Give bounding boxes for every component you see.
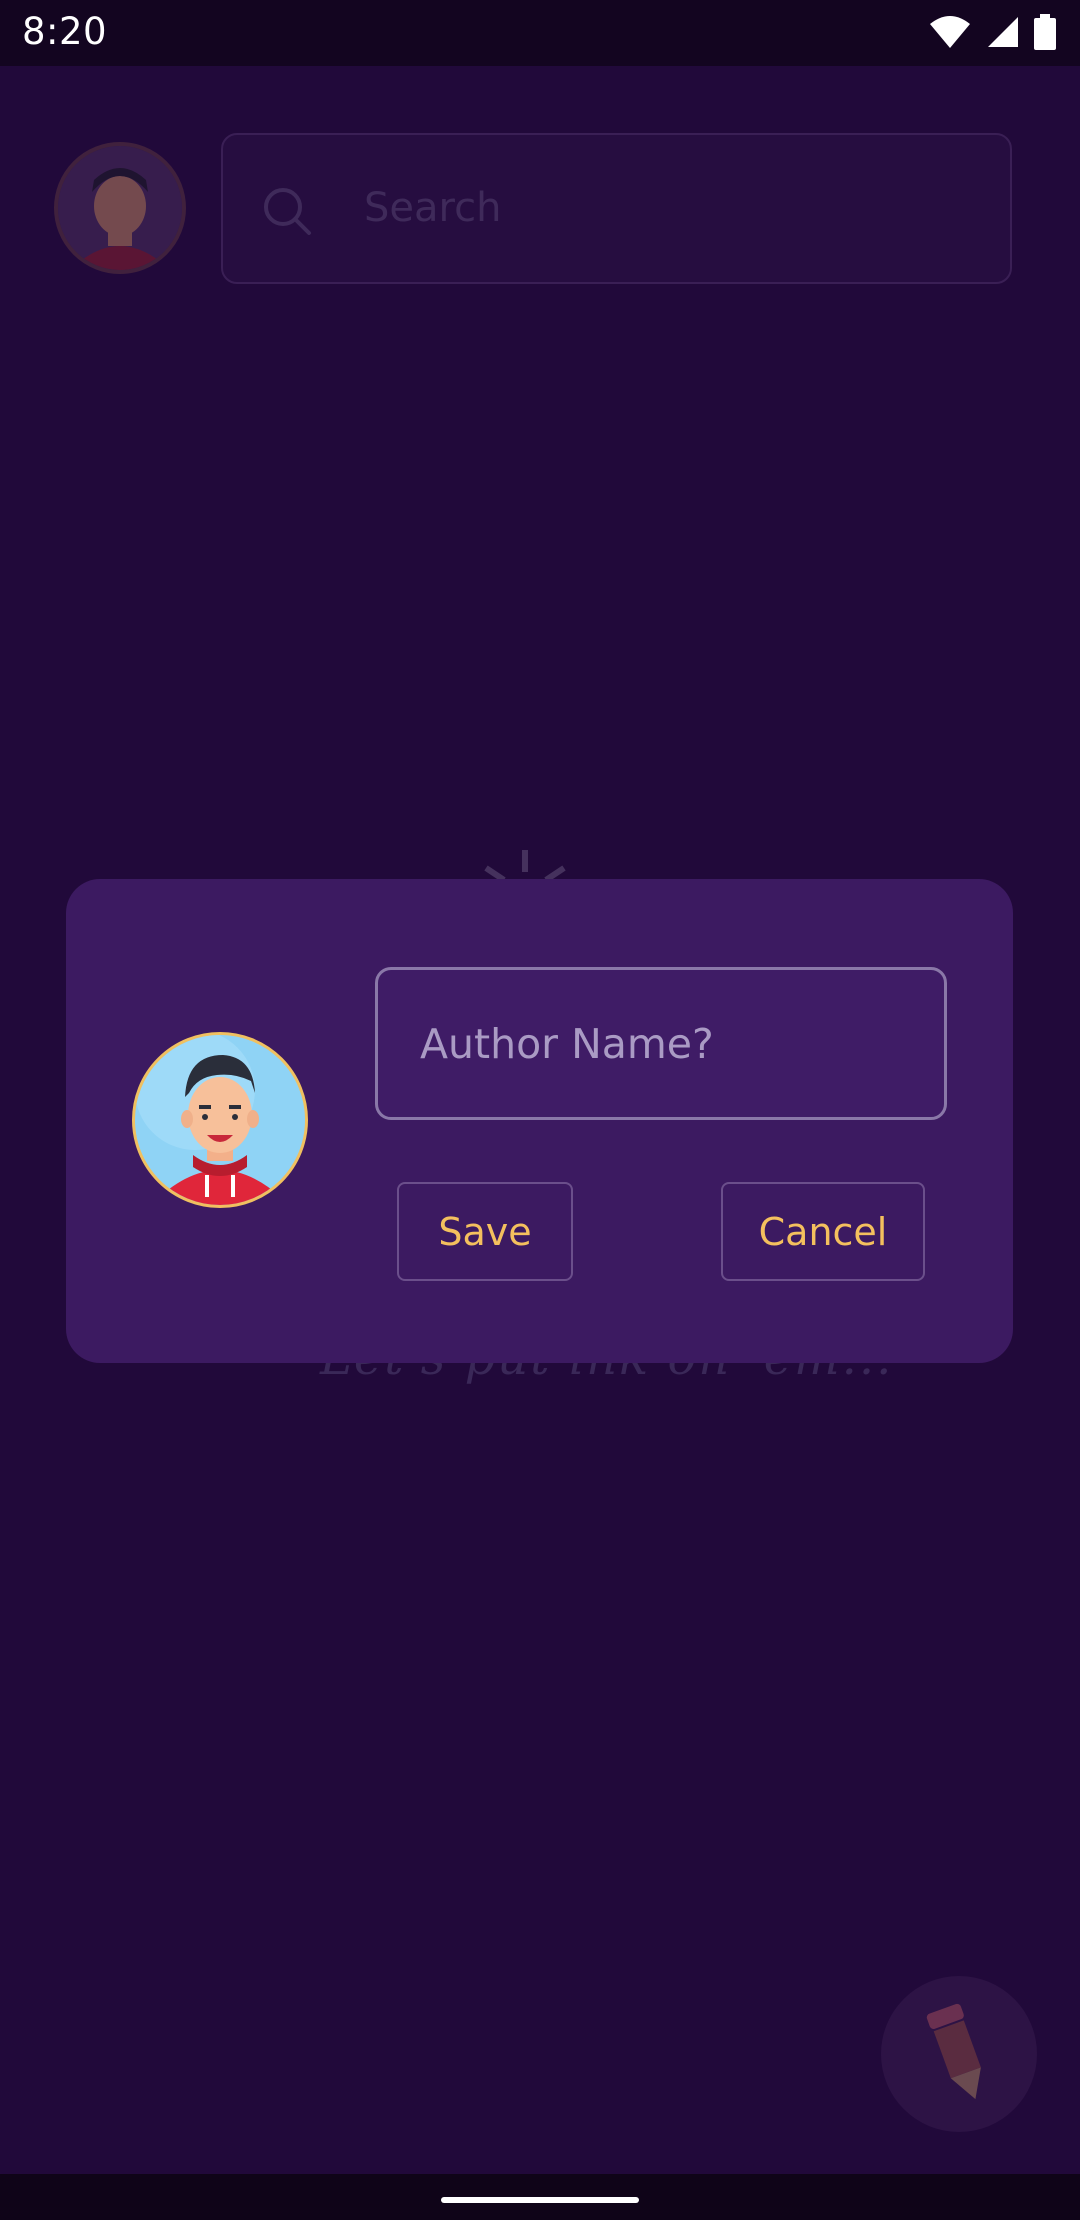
avatar-icon bbox=[58, 146, 182, 270]
avatar-icon bbox=[135, 1035, 305, 1205]
pencil-icon bbox=[926, 2003, 981, 2100]
cancel-button[interactable]: Cancel bbox=[721, 1182, 925, 1281]
author-dialog: Save Cancel bbox=[66, 879, 1013, 1363]
save-button[interactable]: Save bbox=[397, 1182, 573, 1281]
battery-icon bbox=[1034, 14, 1056, 50]
signal-icon bbox=[988, 17, 1018, 47]
search-placeholder: Search bbox=[364, 185, 502, 231]
new-note-button[interactable] bbox=[881, 1976, 1037, 2132]
search-bar[interactable]: Search bbox=[221, 133, 1012, 284]
profile-avatar[interactable] bbox=[54, 142, 186, 274]
dialog-avatar[interactable] bbox=[132, 1032, 308, 1208]
status-bar: 8:20 bbox=[0, 0, 1080, 66]
home-indicator[interactable] bbox=[441, 2197, 639, 2203]
search-icon bbox=[264, 188, 311, 235]
author-name-input[interactable] bbox=[375, 967, 947, 1120]
status-icons bbox=[928, 14, 1056, 50]
status-time: 8:20 bbox=[22, 10, 108, 53]
wifi-icon bbox=[930, 16, 970, 48]
